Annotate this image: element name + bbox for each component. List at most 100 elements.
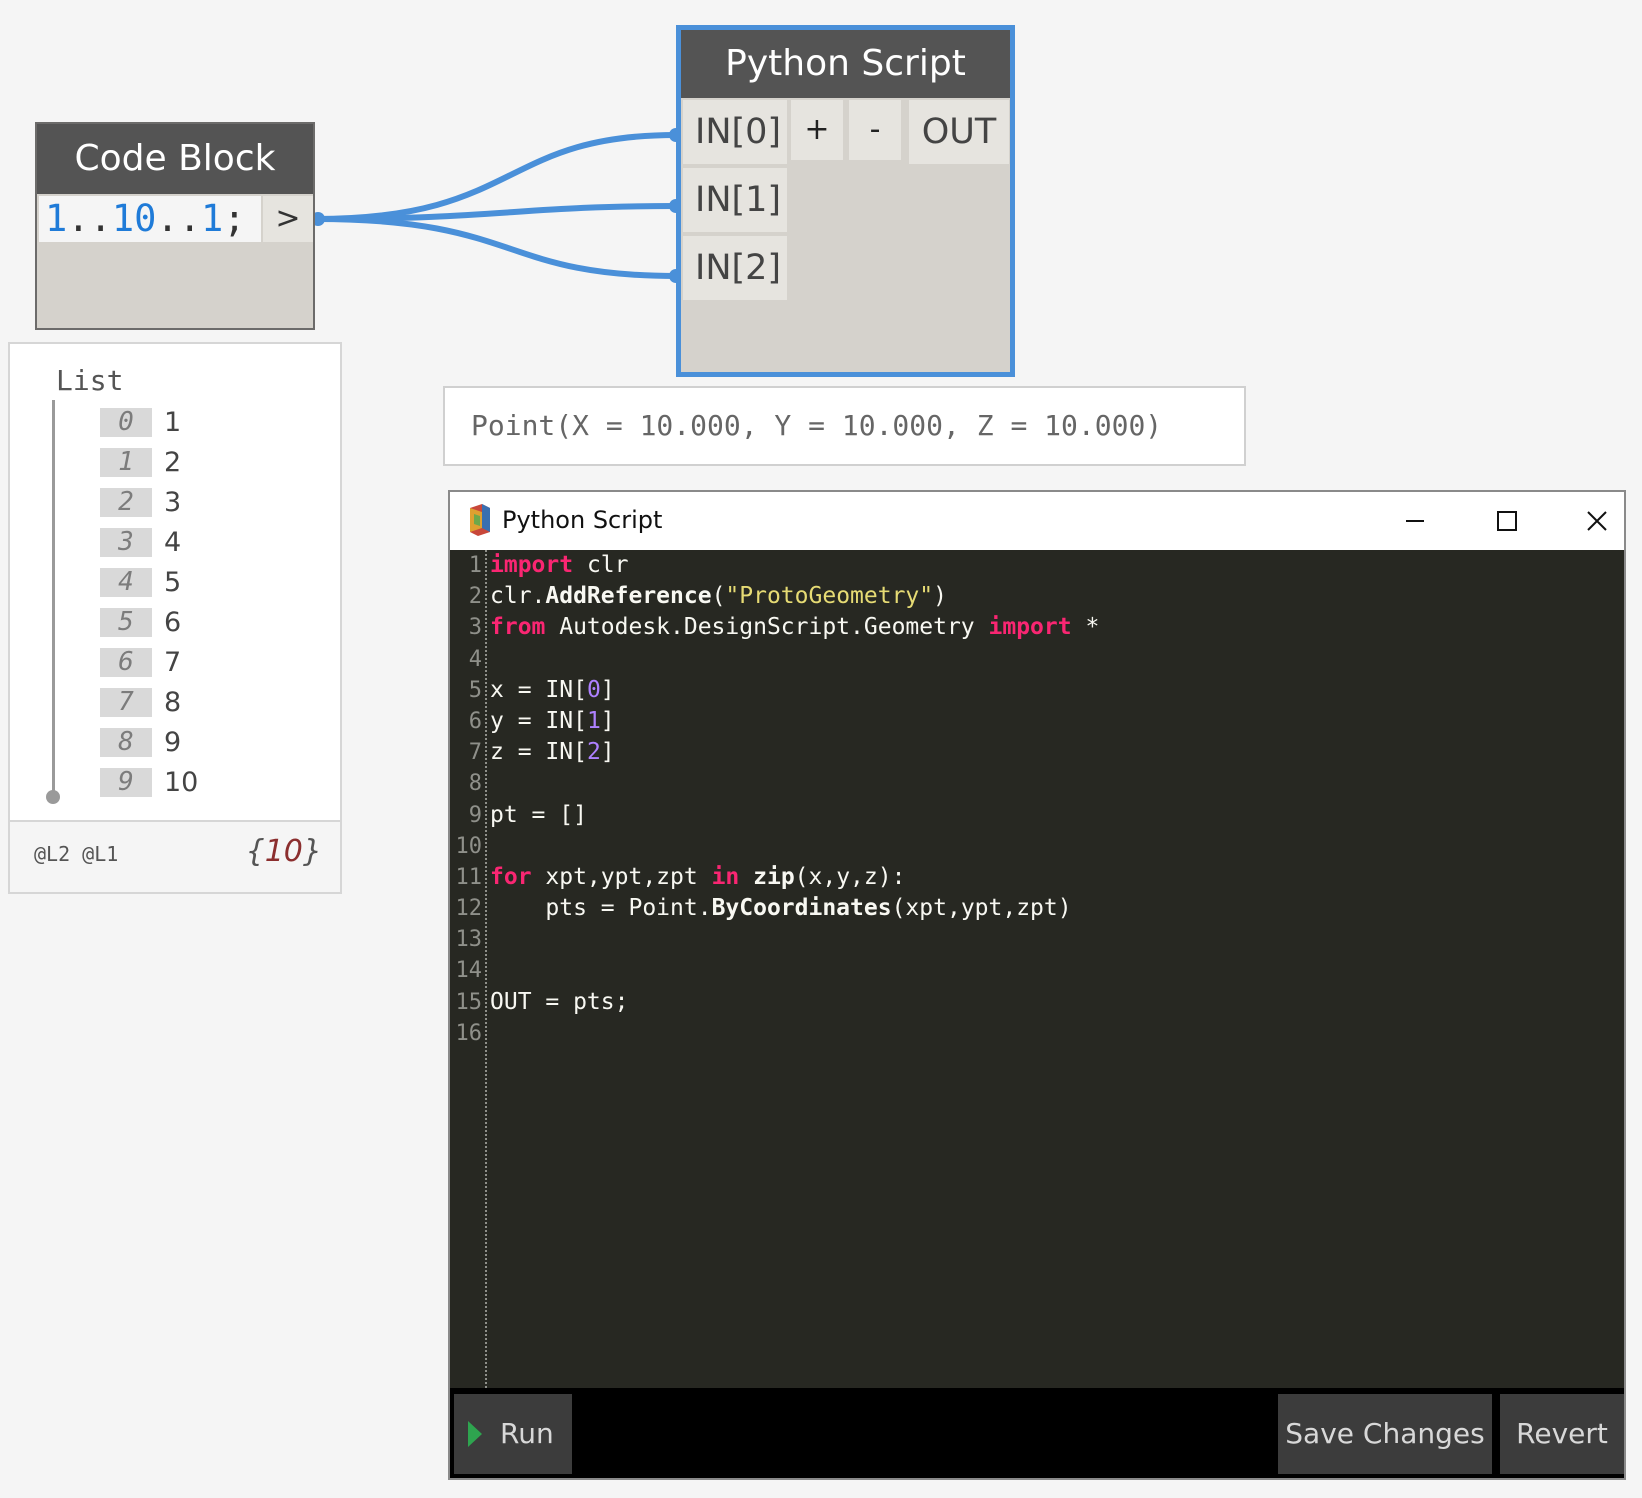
list-count: {10}: [245, 834, 322, 869]
node-result-preview: Point(X = 10.000, Y = 10.000, Z = 10.000…: [443, 386, 1246, 466]
line-number: 7: [468, 740, 482, 766]
code-editor[interactable]: import clr clr.AddReference("ProtoGeomet…: [490, 550, 1624, 1388]
list-tree-end-dot: [46, 790, 60, 804]
wire-in2: [313, 216, 679, 279]
list-item-value: 7: [164, 646, 182, 678]
code-block-node[interactable]: Code Block 1..10..1; >: [35, 122, 315, 330]
list-item: 9 10: [100, 762, 198, 802]
window-title: Python Script: [502, 506, 663, 534]
list-item-index: 9: [100, 767, 152, 797]
line-number: 13: [455, 927, 483, 953]
output-port-out[interactable]: OUT: [909, 100, 1009, 164]
list-item-value: 6: [164, 606, 182, 638]
line-number: 9: [468, 802, 482, 828]
minimize-icon: [1406, 520, 1424, 522]
list-item-index: 4: [100, 567, 152, 597]
code-block-editor[interactable]: 1..10..1;: [39, 196, 261, 242]
list-item-value: 8: [164, 686, 182, 718]
window-titlebar[interactable]: Python Script: [450, 492, 1624, 550]
code-line: clr.AddReference("ProtoGeometry"): [490, 583, 947, 610]
list-item-index: 5: [100, 607, 152, 637]
code-line: OUT = pts;: [490, 988, 629, 1015]
line-number: 11: [455, 864, 483, 890]
dynamo-app-icon: [470, 504, 490, 536]
line-number: 12: [455, 896, 483, 922]
line-number: 5: [468, 677, 482, 703]
editor-action-bar: Run Save Changes Revert: [450, 1388, 1624, 1478]
maximize-button[interactable]: [1462, 492, 1552, 550]
line-number: 1: [468, 553, 482, 578]
run-button[interactable]: Run: [454, 1394, 572, 1474]
code-line: for xpt,ypt,zpt in zip(x,y,z):: [490, 863, 906, 890]
line-number: 4: [468, 646, 482, 672]
list-item: 45: [100, 562, 198, 602]
line-number: 15: [455, 989, 483, 1015]
list-item-value: 2: [164, 446, 182, 478]
python-script-node[interactable]: Python Script IN[0] IN[1] IN[2] + - OUT: [676, 25, 1015, 377]
line-number: 8: [468, 771, 482, 797]
line-number: 10: [455, 833, 483, 859]
input-port-in0[interactable]: IN[0]: [683, 100, 787, 164]
list-item: 23: [100, 482, 198, 522]
list-item-index: 3: [100, 527, 152, 557]
list-item: 56: [100, 602, 198, 642]
list-item-value: 3: [164, 486, 182, 518]
list-item: 01: [100, 402, 198, 442]
line-number: 14: [455, 958, 483, 984]
run-button-label: Run: [500, 1417, 554, 1450]
list-item: 34: [100, 522, 198, 562]
code-block-title: Code Block: [37, 124, 313, 194]
save-changes-button[interactable]: Save Changes: [1278, 1394, 1492, 1474]
list-preview-footer: @L2 @L1 {10}: [8, 820, 342, 894]
list-item: 67: [100, 642, 198, 682]
minimize-button[interactable]: [1370, 492, 1460, 550]
code-line: pt = []: [490, 801, 587, 828]
python-node-title: Python Script: [681, 30, 1010, 98]
list-item-value: 10: [164, 766, 199, 798]
list-label: List: [56, 364, 124, 397]
list-preview: List 01 12 23 34 45 56 67 78 89 9 10: [8, 342, 342, 820]
wire-in1: [313, 203, 679, 222]
list-item-index: 2: [100, 487, 152, 517]
code-line: x = IN[0]: [490, 676, 615, 703]
list-item: 12: [100, 442, 198, 482]
list-item-index: 6: [100, 647, 152, 677]
list-item-index: 0: [100, 407, 152, 437]
code-line: z = IN[2]: [490, 739, 615, 766]
input-port-in1[interactable]: IN[1]: [683, 168, 787, 232]
line-number: 2: [468, 584, 482, 610]
list-levels[interactable]: @L2 @L1: [34, 842, 118, 866]
remove-input-button[interactable]: -: [849, 100, 901, 160]
add-input-button[interactable]: +: [791, 100, 843, 160]
line-number-gutter: 1 2 3 4 5 6 7 8 9 10 11 12 13 14 15 16: [450, 550, 486, 1388]
list-tree-line: [52, 400, 55, 798]
code-line: import clr: [490, 552, 629, 578]
close-icon: [1587, 511, 1607, 531]
list-item: 78: [100, 682, 198, 722]
list-item-value: 1: [164, 406, 182, 438]
list-item-index: 8: [100, 727, 152, 757]
maximize-icon: [1497, 511, 1517, 531]
revert-button[interactable]: Revert: [1500, 1394, 1624, 1474]
code-line: from Autodesk.DesignScript.Geometry impo…: [490, 614, 1100, 641]
code-line: pts = Point.ByCoordinates(xpt,ypt,zpt): [490, 895, 1072, 922]
line-number: 6: [468, 708, 482, 734]
close-button[interactable]: [1552, 492, 1624, 550]
python-editor-window: Python Script 1 2 3 4 5 6 7 8 9 10 11 12…: [448, 490, 1626, 1480]
line-number: 3: [468, 615, 482, 641]
input-port-in2[interactable]: IN[2]: [683, 236, 787, 300]
list-item-value: 9: [164, 726, 182, 758]
list-item-value: 5: [164, 566, 182, 598]
list-item-value: 4: [164, 526, 182, 558]
list-item-index: 7: [100, 687, 152, 717]
list-items: 01 12 23 34 45 56 67 78 89 9 10: [100, 402, 198, 802]
code-line: y = IN[1]: [490, 707, 615, 734]
code-block-output-port[interactable]: >: [263, 196, 313, 242]
line-number: 16: [455, 1020, 483, 1046]
